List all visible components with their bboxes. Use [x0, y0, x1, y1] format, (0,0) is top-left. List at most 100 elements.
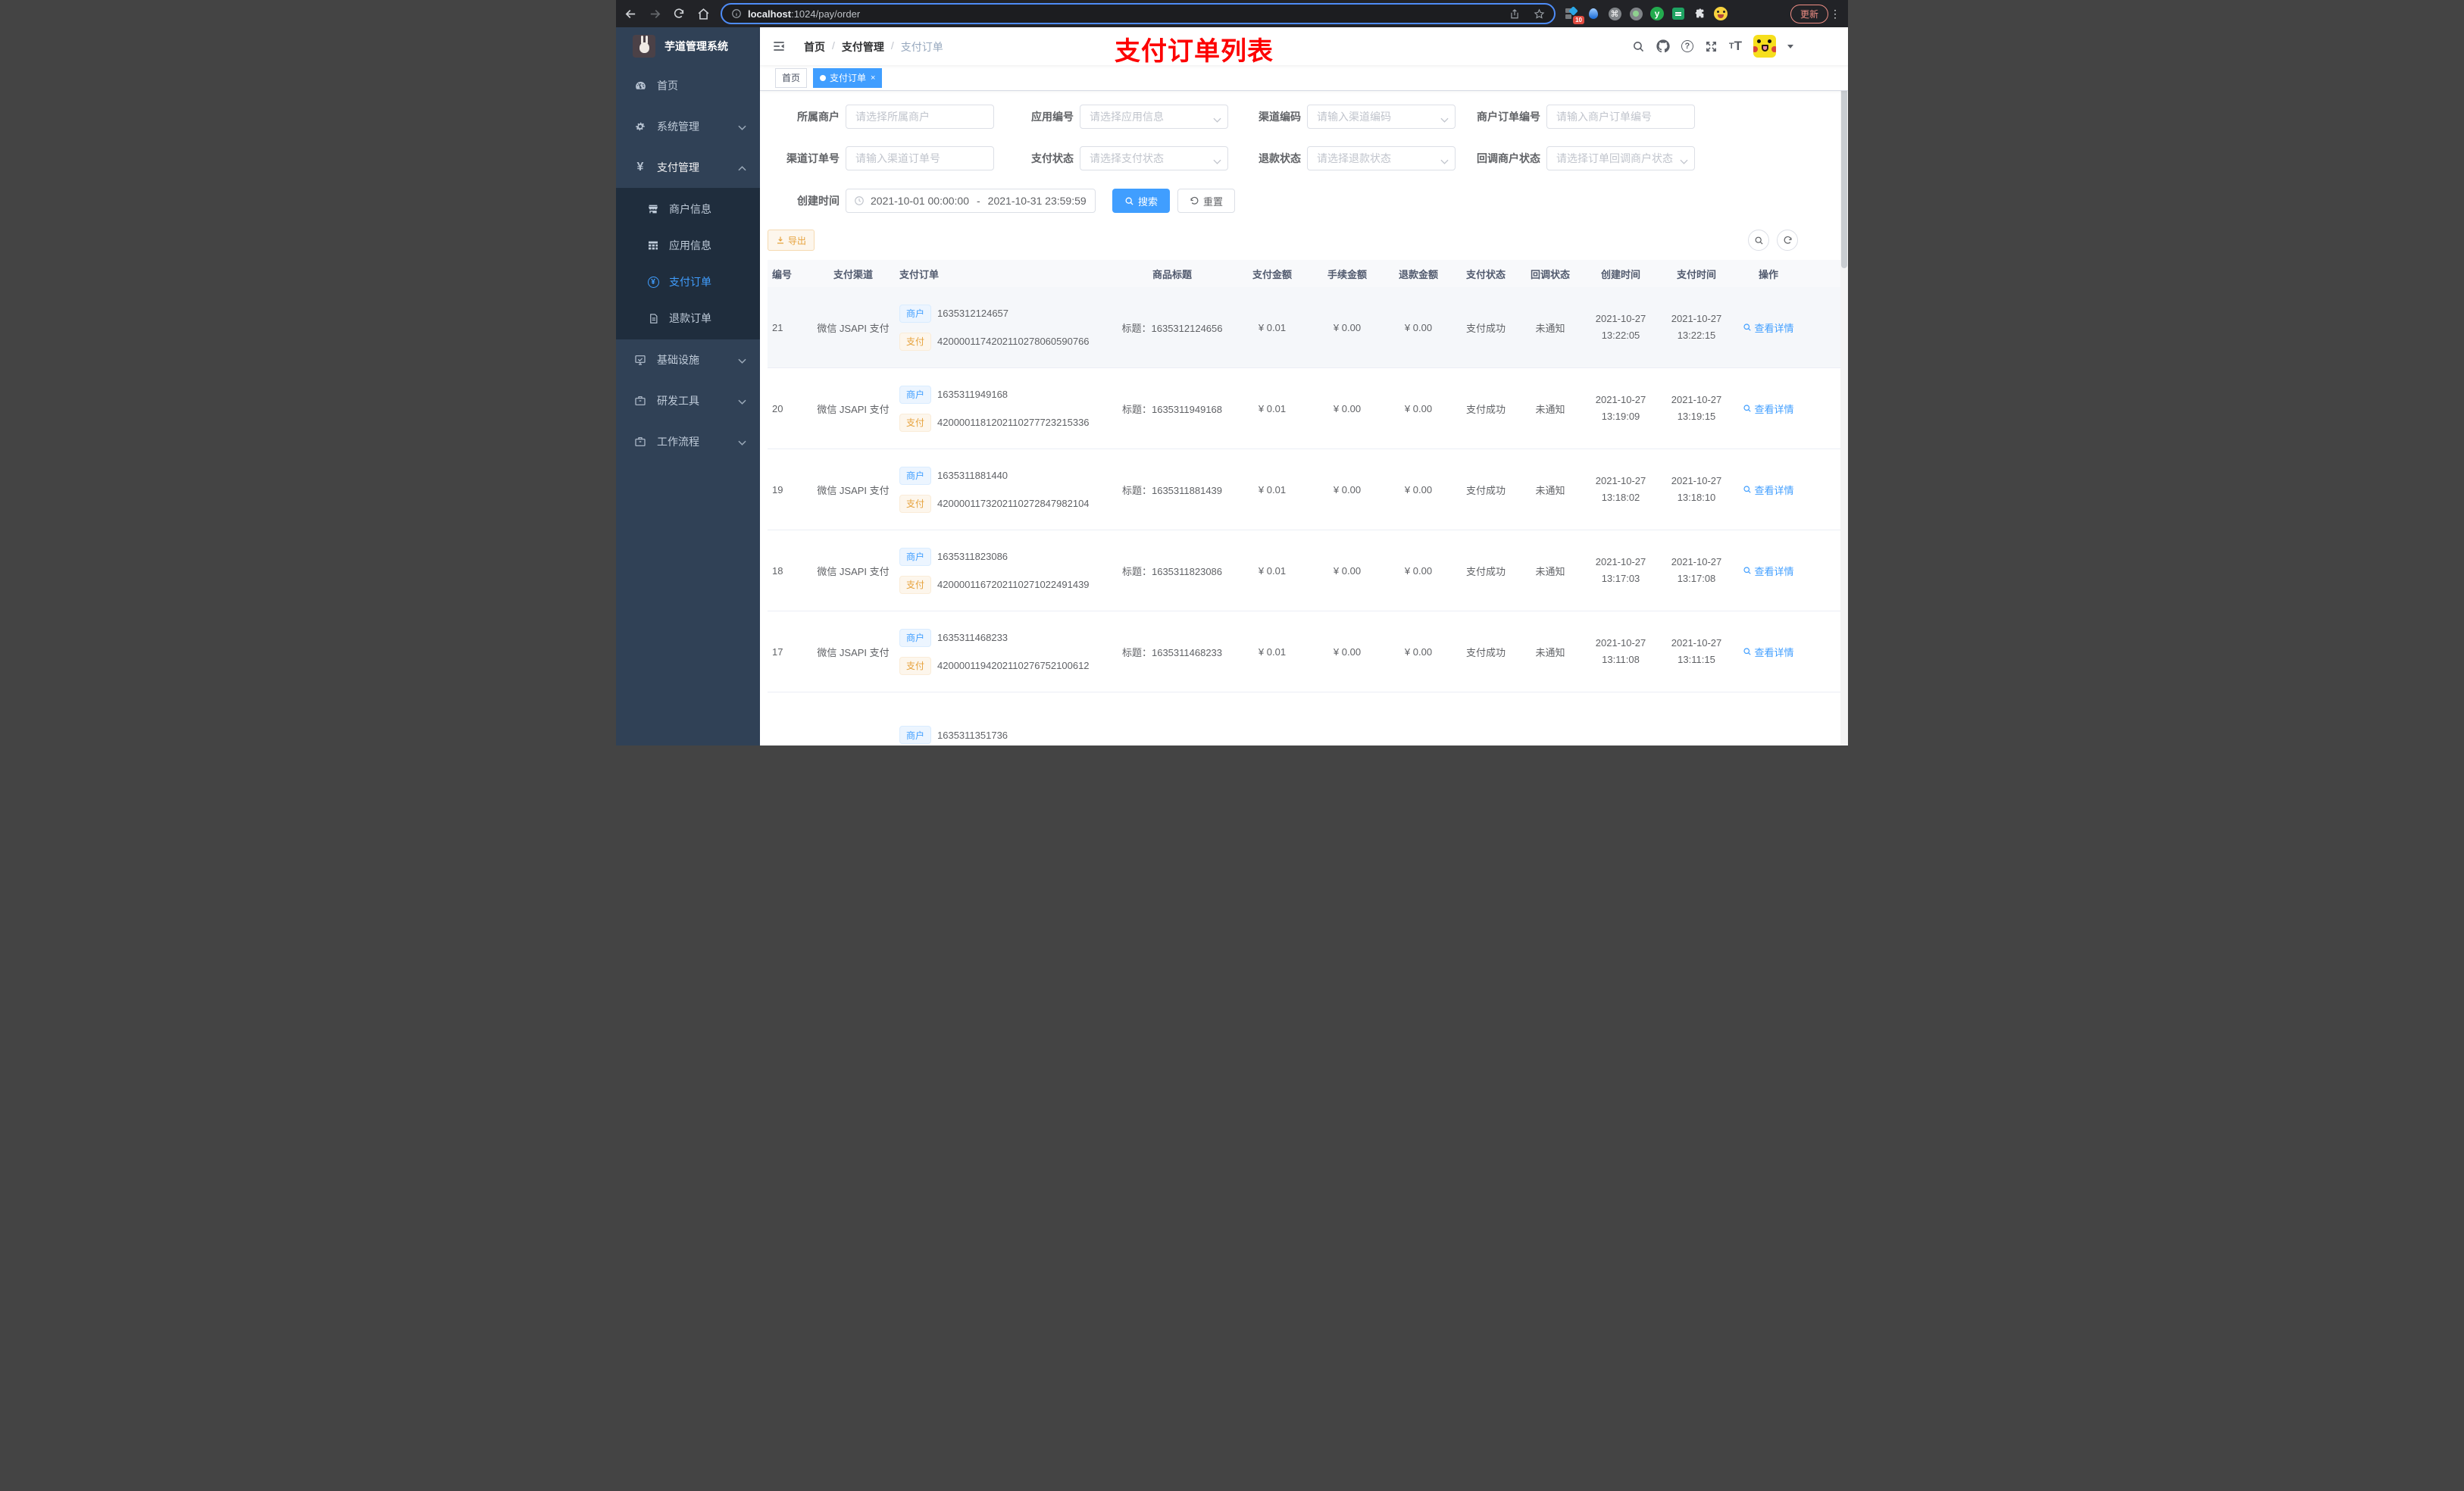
tab-home[interactable]: 首页 [775, 67, 808, 88]
search-icon[interactable] [1632, 40, 1645, 53]
toggle-search-button[interactable] [1748, 230, 1769, 251]
merchant-order-no-input[interactable] [1546, 105, 1695, 129]
extension-boards-icon[interactable]: 10 [1565, 6, 1584, 24]
reload-icon[interactable] [669, 4, 689, 23]
table-row: 18 微信 JSAPI 支付 商户 1635311823086 支付 4200001… [768, 530, 1840, 611]
sidebar-item-label: 应用信息 [669, 239, 711, 252]
chrome-update-button[interactable]: 更新 [1790, 5, 1828, 23]
tab-pay-order[interactable]: 支付订单 × [813, 67, 883, 88]
filter-row-2: 渠道订单号 支付状态 退款状态 回调商户状态 [768, 146, 1840, 170]
bookmark-star-icon[interactable] [1534, 8, 1545, 20]
briefcase-icon [631, 395, 649, 407]
extension-yudao-icon[interactable]: y [1650, 7, 1664, 20]
fullscreen-icon[interactable] [1705, 40, 1718, 53]
merchant-order-no: 1635311823086 [937, 551, 1008, 562]
sidebar-item-merchant-info[interactable]: 商户信息 [616, 191, 760, 227]
create-time-range-picker[interactable]: 2021-10-01 00:00:00 - 2021-10-31 23:59:5… [846, 189, 1096, 213]
channel-code-select[interactable] [1307, 105, 1456, 129]
tab-close-icon[interactable]: × [871, 73, 875, 83]
sidebar-item-payment[interactable]: ¥ 支付管理 [616, 147, 760, 188]
channel-order-no: 4200001174202110278060590766 [937, 336, 1090, 347]
gear-icon [631, 120, 649, 133]
site-info-icon[interactable] [731, 8, 742, 19]
notify-status-select[interactable] [1546, 146, 1695, 170]
browser-chrome: localhost:1024/pay/order 10 ⌘ y 更新 ⋮ [616, 0, 1848, 27]
avatar[interactable] [1753, 35, 1776, 58]
extension-command-icon[interactable]: ⌘ [1608, 7, 1621, 20]
share-icon[interactable] [1509, 8, 1520, 20]
view-detail-link[interactable]: 查看详情 [1743, 483, 1794, 497]
sidebar-item-app-info[interactable]: 应用信息 [616, 227, 760, 264]
breadcrumb-home[interactable]: 首页 [804, 39, 825, 55]
view-detail-link[interactable]: 查看详情 [1743, 402, 1794, 416]
breadcrumb: 首页 / 支付管理 / 支付订单 [804, 39, 943, 55]
search-button[interactable]: 搜索 [1112, 189, 1171, 213]
export-button[interactable]: 导出 [768, 230, 815, 251]
document-icon [645, 313, 661, 324]
merchant-tag: 商户 [899, 628, 932, 647]
sidebar-item-infrastructure[interactable]: 基础设施 [616, 339, 760, 380]
sidebar-item-dev-tools[interactable]: 研发工具 [616, 380, 760, 421]
channel-order-no: 4200001194202110276752100612 [937, 660, 1090, 671]
sidebar-fold-icon[interactable] [771, 39, 786, 58]
view-detail-link[interactable]: 查看详情 [1743, 645, 1794, 659]
channel-order-no-input[interactable] [846, 146, 994, 170]
chrome-menu-icon[interactable]: ⋮ [1830, 8, 1840, 20]
view-detail-link[interactable]: 查看详情 [1743, 564, 1794, 578]
chevron-down-icon [738, 395, 746, 407]
merchant-order-no: 1635311351736 [937, 729, 1008, 741]
chevron-down-icon [738, 120, 746, 133]
sidebar-item-label: 支付管理 [657, 161, 699, 173]
help-icon[interactable]: ? [1681, 40, 1693, 52]
home-icon[interactable] [693, 4, 713, 23]
profile-avatar-icon[interactable] [1714, 7, 1728, 20]
sidebar-item-label: 首页 [657, 80, 678, 92]
pay-order-table: 编号 支付渠道 支付订单 商品标题 支付金额 手续金额 退款金额 支付状态 回调… [768, 260, 1840, 746]
app-logo[interactable]: 芋道管理系统 [616, 27, 760, 65]
table-row-partial: 商户 1635311351736 [768, 692, 1840, 746]
refresh-button[interactable] [1777, 230, 1798, 251]
back-icon[interactable] [621, 4, 640, 23]
pay-tag: 支付 [899, 332, 932, 351]
filter-merchant: 所属商户 [768, 105, 994, 129]
reset-button[interactable]: 重置 [1177, 189, 1236, 213]
forward-icon[interactable] [645, 4, 664, 23]
filter-refund-status: 退款状态 [1231, 146, 1456, 170]
extension-balloon-icon[interactable] [1587, 7, 1600, 20]
refund-status-select[interactable] [1307, 146, 1456, 170]
sidebar-item-label: 基础设施 [657, 354, 699, 366]
page-content: 所属商户 应用编号 渠道编码 商户订单编号 渠道订单号 [760, 91, 1848, 746]
pay-status-select[interactable] [1080, 146, 1228, 170]
sidebar-item-pay-order[interactable]: ¥ 支付订单 [616, 264, 760, 300]
table-row: 21 微信 JSAPI 支付 商户 1635312124657 支付 4200001… [768, 287, 1840, 368]
filter-notify-status: 回调商户状态 [1459, 146, 1695, 170]
extension-chat-icon[interactable] [1671, 7, 1685, 20]
github-icon[interactable] [1656, 39, 1670, 53]
tags-view-bar: 首页 支付订单 × [760, 65, 1848, 91]
table-grid-icon [645, 239, 661, 252]
date-start: 2021-10-01 00:00:00 [871, 195, 969, 207]
extensions-puzzle-icon[interactable] [1693, 7, 1706, 20]
sidebar-item-home[interactable]: 首页 [616, 65, 760, 106]
logo-image [633, 35, 655, 58]
merchant-order-no: 1635312124657 [937, 308, 1009, 319]
breadcrumb-pay[interactable]: 支付管理 [842, 39, 884, 55]
sidebar-item-refund-order[interactable]: 退款订单 [616, 300, 760, 336]
font-size-icon[interactable]: TT [1729, 39, 1742, 54]
sidebar-item-workflow[interactable]: 工作流程 [616, 421, 760, 462]
breadcrumb-current: 支付订单 [900, 41, 943, 53]
address-bar[interactable]: localhost:1024/pay/order [721, 3, 1556, 24]
sidebar-item-system[interactable]: 系统管理 [616, 106, 760, 147]
sidebar-item-label: 系统管理 [657, 120, 699, 133]
monitor-icon [631, 354, 649, 366]
app-no-select[interactable] [1080, 105, 1228, 129]
view-detail-link[interactable]: 查看详情 [1743, 320, 1794, 335]
scrollbar[interactable] [1840, 27, 1848, 746]
filter-row-3: 创建时间 2021-10-01 00:00:00 - 2021-10-31 23… [768, 189, 1840, 213]
payment-submenu: 商户信息 应用信息 ¥ 支付订单 退款订单 [616, 188, 760, 339]
avatar-caret-icon[interactable] [1787, 44, 1793, 48]
merchant-input[interactable] [846, 105, 994, 129]
extension-recorder-icon[interactable] [1629, 7, 1643, 20]
chevron-down-icon [738, 354, 746, 366]
table-row: 20 微信 JSAPI 支付 商户 1635311949168 支付 4200001… [768, 368, 1840, 449]
